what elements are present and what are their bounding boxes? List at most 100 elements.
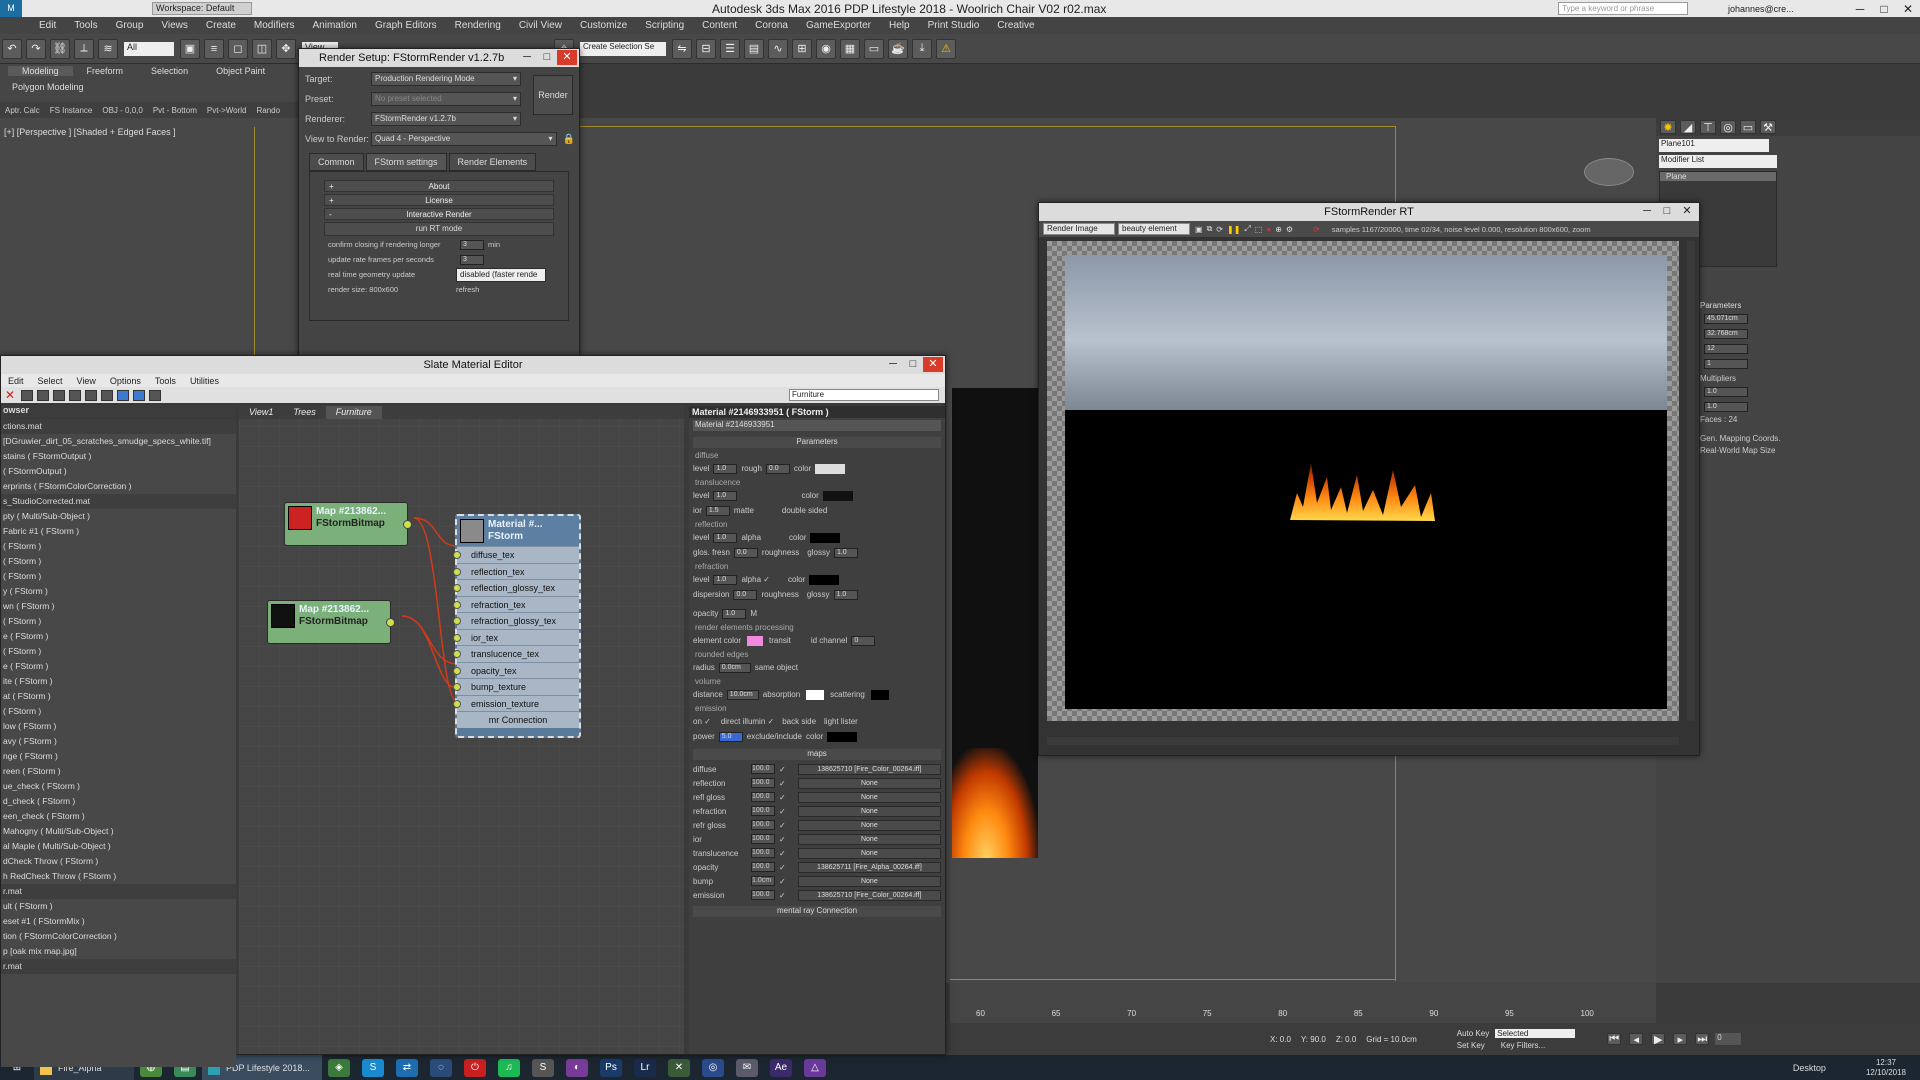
browser-item[interactable]: ( FStorm ): [1, 644, 236, 659]
map-slot-button[interactable]: None: [797, 833, 941, 845]
copy-icon[interactable]: ⧉: [1207, 224, 1213, 234]
output-socket[interactable]: [403, 520, 412, 529]
map-enabled-checkbox[interactable]: ✓: [779, 877, 786, 886]
lock-icon[interactable]: 🔒: [563, 134, 575, 145]
width-segs-spinner[interactable]: 1: [1704, 358, 1748, 369]
map-slot-button[interactable]: None: [797, 791, 941, 803]
library-dropdown[interactable]: Furniture: [789, 389, 939, 401]
material-slot[interactable]: refraction_tex: [453, 595, 579, 612]
preset-dropdown[interactable]: No preset selected ▾: [371, 92, 521, 106]
menu-item-print-studio[interactable]: Print Studio: [919, 20, 989, 31]
map-node-2[interactable]: Map #213862... FStormBitmap: [267, 600, 395, 644]
link-icon[interactable]: ⛓: [50, 38, 70, 59]
vertical-scrollbar[interactable]: [1687, 241, 1695, 721]
move-icon[interactable]: ✥: [276, 38, 296, 59]
maximize-icon[interactable]: □: [1872, 2, 1896, 16]
map-amount[interactable]: 100.0: [751, 792, 775, 802]
rendered-frame-icon[interactable]: ▭: [864, 38, 884, 59]
spotify-icon[interactable]: ♫: [498, 1058, 520, 1077]
align-icon[interactable]: ⊟: [696, 38, 716, 59]
browser-item[interactable]: ( FStorm ): [1, 614, 236, 629]
tab-render-elements[interactable]: Render Elements: [448, 153, 537, 171]
ribbon-tab-freeform[interactable]: Freeform: [73, 66, 138, 76]
prev-frame-icon[interactable]: ◂: [1629, 1033, 1644, 1046]
browser-item[interactable]: low ( FStorm ): [1, 719, 236, 734]
render-iterative-icon[interactable]: ⤓: [912, 38, 932, 59]
browser-item[interactable]: Mahogny ( Multi/Sub-Object ): [1, 824, 236, 839]
layer-manager-icon[interactable]: ☰: [720, 38, 740, 59]
key-mode-dropdown[interactable]: Selected: [1495, 1028, 1576, 1038]
browser-item[interactable]: [DGruwier_dirt_05_scratches_smudge_specs…: [1, 434, 236, 449]
input-socket[interactable]: [453, 699, 461, 708]
material-slot[interactable]: ior_tex: [453, 628, 579, 645]
window-crossing-icon[interactable]: ◫: [252, 38, 272, 59]
map-enabled-checkbox[interactable]: ✓: [779, 849, 786, 858]
stop-icon[interactable]: ●: [1266, 225, 1271, 234]
browser-item[interactable]: r.mat: [1, 884, 236, 899]
aftereffects-icon[interactable]: Ae: [770, 1058, 792, 1077]
goto-end-icon[interactable]: ⏭: [1695, 1033, 1710, 1045]
confirm-closing-spinner[interactable]: 3: [460, 239, 484, 250]
emission-color-swatch[interactable]: [827, 731, 858, 742]
node-graph-view[interactable]: View1 Trees Furniture Map #213862... FStorm…: [239, 406, 684, 1054]
hierarchy-tab-icon[interactable]: ⊤: [1700, 120, 1716, 134]
input-socket[interactable]: [453, 683, 461, 691]
scattering-swatch[interactable]: [870, 689, 889, 700]
map-amount[interactable]: 100.0: [751, 764, 775, 774]
map-enabled-checkbox[interactable]: ✓: [779, 835, 786, 844]
slate-menu-options[interactable]: Options: [103, 376, 148, 386]
minimize-icon[interactable]: ─: [1637, 204, 1657, 219]
mail-icon[interactable]: ✉: [736, 1058, 758, 1077]
schematic-icon[interactable]: ⊞: [792, 38, 812, 59]
browser-item[interactable]: ult ( FStorm ): [1, 899, 236, 914]
map-enabled-checkbox[interactable]: ✓: [779, 821, 786, 830]
param-editor-icon[interactable]: [149, 389, 162, 401]
maximize-icon[interactable]: □: [903, 357, 923, 372]
app4-icon[interactable]: ◎: [702, 1058, 724, 1077]
input-socket[interactable]: [453, 567, 461, 576]
menu-item-civil-view[interactable]: Civil View: [510, 20, 571, 31]
layout-children-icon[interactable]: [37, 389, 50, 401]
output-socket[interactable]: [386, 618, 395, 627]
menu-item-creative[interactable]: Creative: [988, 20, 1043, 31]
browser-item[interactable]: e ( FStorm ): [1, 629, 236, 644]
set-key-button[interactable]: Set Key: [1457, 1041, 1485, 1050]
render-button[interactable]: Render: [533, 75, 573, 115]
browser-item[interactable]: wn ( FStorm ): [1, 599, 236, 614]
browser-item[interactable]: ctions.mat: [1, 419, 236, 434]
browser-item[interactable]: reen ( FStorm ): [1, 764, 236, 779]
select-object-icon[interactable]: ▣: [180, 38, 200, 59]
browser-item[interactable]: at ( FStorm ): [1, 689, 236, 704]
browser-item[interactable]: ( FStorm ): [1, 569, 236, 584]
refraction-color-swatch[interactable]: [809, 574, 840, 585]
material-slot[interactable]: diffuse_tex: [453, 546, 579, 563]
tab-common[interactable]: Common: [309, 153, 364, 171]
close-icon[interactable]: ✕: [1677, 204, 1697, 219]
material-slot[interactable]: refraction_glossy_tex: [453, 612, 579, 629]
length-segs-spinner[interactable]: 12: [1704, 343, 1748, 354]
map-node-1[interactable]: Map #213862... FStormBitmap: [284, 502, 412, 546]
mental-ray-rollout[interactable]: mental ray Connection: [693, 906, 941, 917]
menu-item-rendering[interactable]: Rendering: [446, 20, 510, 31]
rollout-license[interactable]: + License: [324, 194, 554, 206]
menu-item-create[interactable]: Create: [197, 20, 245, 31]
realtime-geometry-dropdown[interactable]: disabled (faster rende: [456, 267, 546, 282]
render-image-dropdown[interactable]: Render Image: [1043, 223, 1115, 235]
render-setup-icon[interactable]: ▦: [840, 38, 860, 59]
material-node[interactable]: Material #... FStorm diffuse_tex reflectio…: [453, 514, 581, 738]
minimize-icon[interactable]: ─: [517, 50, 537, 65]
modifier-list-dropdown[interactable]: Modifier List: [1659, 155, 1777, 168]
ribbon-tool[interactable]: FS Instance: [45, 106, 98, 115]
browser-item[interactable]: h RedCheck Throw ( FStorm ): [1, 869, 236, 884]
map-slot-button[interactable]: None: [797, 875, 941, 887]
input-socket[interactable]: [453, 650, 461, 658]
render-preview-frame[interactable]: [1047, 241, 1679, 721]
named-selection-dropdown[interactable]: Create Selection Se: [580, 41, 666, 56]
browser-item[interactable]: s_StudioCorrected.mat: [1, 494, 236, 509]
input-socket[interactable]: [453, 551, 461, 559]
render-setup-titlebar[interactable]: Render Setup: FStormRender v1.2.7b ─ □ ✕: [299, 49, 579, 67]
run-rt-mode-button[interactable]: run RT mode: [324, 222, 554, 236]
browser-item[interactable]: p [oak mix map.jpg]: [1, 944, 236, 959]
app5-icon[interactable]: △: [804, 1058, 826, 1077]
browser-item[interactable]: ( FStorm ): [1, 539, 236, 554]
